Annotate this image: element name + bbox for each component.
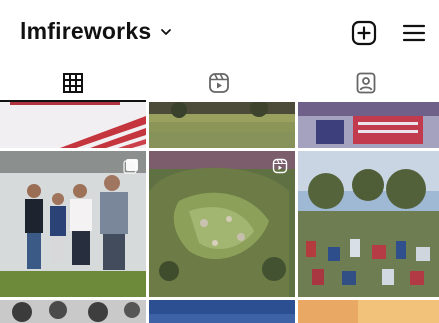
post-thumbnail[interactable]: [298, 151, 439, 297]
post-thumbnail[interactable]: [0, 102, 146, 148]
plus-square-icon[interactable]: [350, 19, 378, 47]
post-thumbnail[interactable]: [149, 300, 295, 323]
post-thumbnail[interactable]: [298, 300, 439, 323]
post-thumbnail[interactable]: [0, 300, 146, 323]
tab-posts-grid[interactable]: [0, 64, 146, 102]
grid-icon: [63, 73, 83, 93]
post-thumbnail[interactable]: [0, 151, 146, 297]
posts-grid: [0, 102, 439, 323]
carousel-icon: [123, 159, 138, 174]
reels-icon: [209, 73, 229, 93]
tab-reels[interactable]: [146, 64, 292, 102]
chevron-down-icon[interactable]: [160, 26, 172, 38]
reels-icon: [272, 158, 288, 174]
tab-tagged[interactable]: [292, 64, 439, 102]
tagged-icon: [356, 72, 375, 94]
post-image: [0, 300, 146, 323]
post-thumbnail[interactable]: [298, 102, 439, 148]
profile-username[interactable]: lmfireworks: [20, 18, 151, 45]
post-image: [298, 300, 439, 323]
hamburger-menu-icon[interactable]: [400, 19, 428, 47]
post-image: [0, 102, 146, 148]
post-image: [149, 300, 295, 323]
post-image: [298, 151, 439, 297]
profile-header: lmfireworks: [0, 0, 439, 64]
profile-tabs: [0, 64, 439, 102]
post-thumbnail[interactable]: [149, 151, 295, 297]
post-image: [298, 102, 439, 148]
post-thumbnail[interactable]: [149, 102, 295, 148]
post-image: [149, 102, 295, 148]
